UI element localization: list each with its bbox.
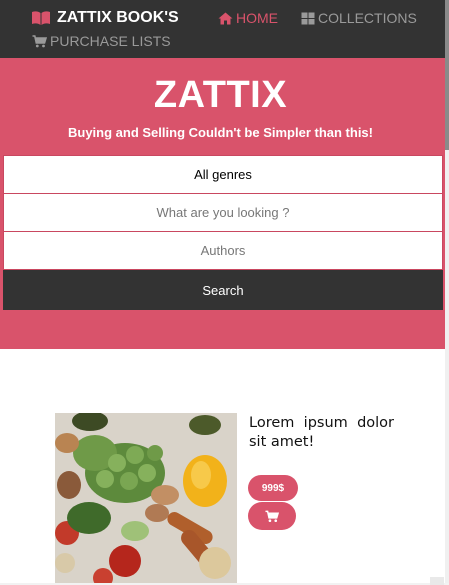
cart-icon	[265, 510, 279, 522]
nav-home-label: HOME	[236, 10, 278, 26]
scrollbar-thumb[interactable]	[445, 0, 449, 150]
grid-icon	[301, 12, 315, 24]
hero-title: ZATTIX	[153, 74, 288, 116]
page-scrollbar[interactable]	[445, 0, 449, 585]
add-to-cart-button[interactable]	[248, 502, 296, 530]
book-open-icon	[32, 11, 50, 25]
search-input[interactable]: What are you looking ?	[3, 193, 443, 232]
product-description-line: Lorem ipsum dolor	[249, 415, 394, 431]
nav-home-link[interactable]: HOME	[218, 10, 278, 26]
navbar: ZATTIX BOOK'S HOME COLLECTIONS PURCHASE …	[0, 0, 449, 58]
product-image[interactable]	[55, 413, 237, 585]
price-label: 999$	[261, 482, 285, 494]
resize-corner	[430, 577, 444, 585]
product-description: Lorem ipsum dolor sit amet!	[249, 414, 394, 452]
nav-purchase-lists-link[interactable]: PURCHASE LISTS	[32, 33, 171, 49]
genre-select-value: All genres	[194, 167, 252, 182]
search-input-placeholder: What are you looking ?	[156, 205, 290, 220]
vegetables-image	[55, 413, 237, 585]
search-button[interactable]: Search	[3, 270, 443, 310]
authors-input[interactable]: Authors	[3, 231, 443, 270]
brand-name: ZATTIX BOOK'S	[57, 9, 179, 26]
nav-collections-link[interactable]: COLLECTIONS	[301, 10, 417, 26]
nav-purchase-lists-label: PURCHASE LISTS	[50, 33, 171, 49]
cart-icon	[32, 34, 47, 47]
authors-input-placeholder: Authors	[200, 243, 246, 258]
hero-subtitle: Buying and Selling Couldn't be Simpler t…	[68, 125, 373, 140]
price-badge[interactable]: 999$	[248, 475, 298, 501]
home-icon	[218, 12, 233, 24]
product-description-line: sit amet!	[249, 434, 315, 450]
nav-collections-label: COLLECTIONS	[318, 10, 417, 26]
genre-select[interactable]: All genres	[3, 155, 443, 194]
brand-logo[interactable]: ZATTIX BOOK'S	[31, 8, 179, 28]
search-button-label: Search	[202, 282, 244, 298]
